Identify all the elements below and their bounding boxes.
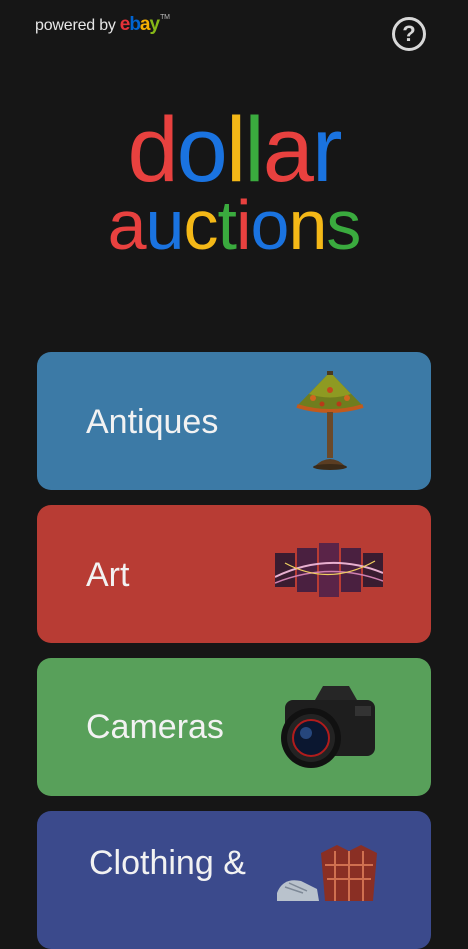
category-art[interactable]: Art xyxy=(37,505,431,643)
logo-letter: i xyxy=(235,186,252,264)
category-clothing[interactable]: Clothing & xyxy=(37,811,431,949)
camera-icon xyxy=(281,686,375,768)
app-logo-auctions: auctions xyxy=(0,190,468,260)
category-label: Antiques xyxy=(86,403,219,441)
tiffany-lamp-icon xyxy=(296,371,364,470)
trademark-mark: TM xyxy=(160,14,170,21)
ebay-letter: a xyxy=(139,14,151,35)
logo-letter: u xyxy=(145,186,185,264)
powered-by-label: powered by xyxy=(35,17,116,34)
logo-letter: a xyxy=(107,186,147,264)
app-logo-dollar: dollar xyxy=(0,100,468,200)
canvas-art-icon xyxy=(275,543,383,597)
ebay-letter: y xyxy=(149,14,161,35)
category-label: Art xyxy=(86,556,130,594)
category-antiques[interactable]: Antiques xyxy=(37,352,431,490)
category-label: Cameras xyxy=(86,708,224,746)
logo-letter: s xyxy=(326,186,361,264)
logo-letter: c xyxy=(183,186,218,264)
clothing-shoe-icon xyxy=(277,845,377,901)
category-label: Clothing & xyxy=(89,844,246,882)
top-bar: powered by ebayTM ? xyxy=(0,0,468,60)
logo-letter: n xyxy=(288,186,327,264)
powered-by-ebay: powered by ebayTM xyxy=(35,14,170,36)
ebay-letter: b xyxy=(129,14,141,35)
category-cameras[interactable]: Cameras xyxy=(37,658,431,796)
help-icon[interactable]: ? xyxy=(392,17,426,51)
ebay-logo: ebay xyxy=(119,14,161,35)
ebay-letter: e xyxy=(119,14,131,35)
logo-letter: t xyxy=(217,186,236,264)
help-glyph: ? xyxy=(402,21,416,46)
logo-letter: o xyxy=(250,186,290,264)
